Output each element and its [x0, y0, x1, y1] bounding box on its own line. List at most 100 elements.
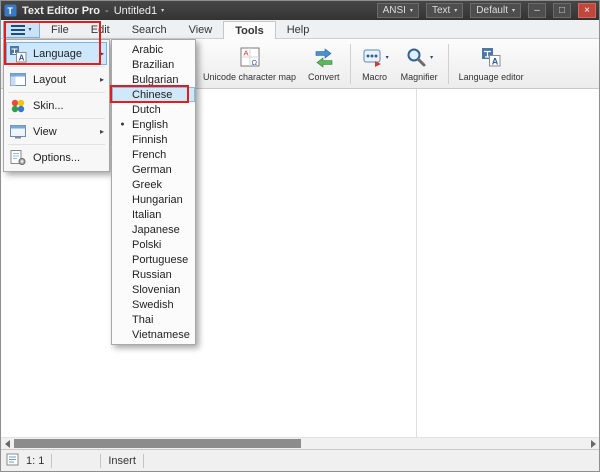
language-option-greek[interactable]: Greek: [112, 177, 195, 192]
language-option-label: Finnish: [132, 134, 167, 146]
language-option-portuguese[interactable]: Portuguese: [112, 252, 195, 267]
tool-label: Macro: [362, 72, 387, 82]
unicode-character-map-icon: AΩ: [239, 46, 261, 70]
menu-item-view[interactable]: View ▸: [6, 120, 107, 143]
right-margin-guide: [416, 89, 417, 437]
language-option-vietnamese[interactable]: Vietnamese: [112, 327, 195, 342]
macro-button[interactable]: ▾ Macro: [356, 41, 394, 87]
tool-label: Unicode character map: [203, 72, 296, 82]
statusbar-separator: [143, 454, 144, 468]
language-option-swedish[interactable]: Swedish: [112, 297, 195, 312]
app-window: T Text Editor Pro - Untitled1 ▾ ANSI ▾ T…: [0, 0, 600, 472]
tab-help[interactable]: Help: [276, 21, 321, 38]
titlebar: T Text Editor Pro - Untitled1 ▾ ANSI ▾ T…: [1, 1, 599, 20]
chevron-down-icon[interactable]: ▾: [430, 55, 433, 61]
menu-separator: [8, 144, 105, 145]
language-option-label: Slovenian: [132, 284, 180, 296]
language-option-label: Brazilian: [132, 59, 174, 71]
maximize-button[interactable]: □: [553, 3, 571, 18]
language-option-thai[interactable]: Thai: [112, 312, 195, 327]
unicode-character-map-button[interactable]: AΩ Unicode character map: [198, 41, 301, 87]
horizontal-scrollbar[interactable]: [1, 437, 599, 449]
theme-dropdown[interactable]: Default ▾: [470, 3, 521, 18]
menu-separator: [8, 92, 105, 93]
tab-tools[interactable]: Tools: [223, 21, 276, 39]
statusbar-separator: [100, 454, 101, 468]
statusbar-separator: [51, 454, 52, 468]
menu-item-label: View: [33, 126, 57, 138]
language-option-slovenian[interactable]: Slovenian: [112, 282, 195, 297]
close-button[interactable]: ×: [578, 3, 596, 18]
main-menu-button[interactable]: ▾: [3, 21, 40, 38]
toolbar-separator: [448, 44, 449, 84]
magnifier-button[interactable]: ▾ Magnifier: [396, 41, 443, 87]
language-option-english[interactable]: ●English: [112, 117, 195, 132]
minimize-button[interactable]: –: [528, 3, 546, 18]
app-icon: T: [4, 4, 17, 17]
language-option-brazilian[interactable]: Brazilian: [112, 57, 195, 72]
menu-item-label: Options...: [33, 152, 80, 164]
tab-search[interactable]: Search: [121, 21, 178, 38]
tool-label: Language editor: [459, 72, 524, 82]
convert-button[interactable]: Convert: [303, 41, 345, 87]
skin-palette-icon: [9, 97, 27, 115]
svg-text:T: T: [7, 6, 13, 16]
language-option-russian[interactable]: Russian: [112, 267, 195, 282]
ribbon-tab-bar: ▾ File Edit Search View Tools Help: [1, 20, 599, 39]
language-option-japanese[interactable]: Japanese: [112, 222, 195, 237]
caret-position: 1: 1: [26, 455, 44, 467]
language-option-label: Swedish: [132, 299, 174, 311]
theme-label: Default: [476, 5, 508, 16]
language-option-chinese[interactable]: Chinese: [112, 87, 195, 102]
layout-icon: [9, 71, 27, 89]
language-submenu: Arabic Brazilian Bulgarian Chinese Dutch…: [111, 39, 196, 345]
submenu-arrow-icon: ▸: [100, 127, 104, 136]
svg-text:Ω: Ω: [251, 58, 257, 67]
language-option-label: Bulgarian: [132, 74, 178, 86]
chevron-down-icon: ▾: [454, 8, 457, 14]
submenu-arrow-icon: ▸: [100, 49, 104, 58]
language-editor-button[interactable]: A Language editor: [454, 41, 529, 87]
toolbar-separator: [350, 44, 351, 84]
chevron-down-icon[interactable]: ▾: [386, 55, 389, 61]
language-option-italian[interactable]: Italian: [112, 207, 195, 222]
macro-icon: [361, 46, 383, 70]
language-option-polski[interactable]: Polski: [112, 237, 195, 252]
tab-view[interactable]: View: [178, 21, 224, 38]
view-icon: [9, 123, 27, 141]
language-option-arabic[interactable]: Arabic: [112, 42, 195, 57]
language-icon: A: [9, 45, 27, 63]
language-option-label: German: [132, 164, 172, 176]
language-option-label: Polski: [132, 239, 161, 251]
chevron-down-icon: ▾: [28, 27, 31, 33]
language-option-label: Japanese: [132, 224, 180, 236]
language-option-dutch[interactable]: Dutch: [112, 102, 195, 117]
language-option-bulgarian[interactable]: Bulgarian: [112, 72, 195, 87]
language-option-label: English: [132, 119, 168, 131]
language-option-label: Thai: [132, 314, 153, 326]
insert-mode-indicator[interactable]: Insert: [108, 455, 136, 467]
language-option-german[interactable]: German: [112, 162, 195, 177]
chevron-down-icon: ▾: [512, 8, 515, 14]
menu-item-options[interactable]: Options...: [6, 146, 107, 169]
menu-item-skin[interactable]: Skin...: [6, 94, 107, 117]
file-type-dropdown[interactable]: Text ▾: [426, 3, 463, 18]
app-title: Text Editor Pro: [22, 5, 100, 17]
scrollbar-thumb[interactable]: [14, 439, 301, 448]
svg-text:A: A: [243, 48, 248, 57]
scroll-right-icon[interactable]: [587, 438, 599, 449]
document-name-dropdown[interactable]: Untitled1 ▾: [114, 5, 164, 17]
encoding-dropdown[interactable]: ANSI ▾: [377, 3, 419, 18]
menu-item-language[interactable]: A Language ▸: [6, 42, 107, 65]
convert-icon: [313, 46, 335, 70]
language-option-french[interactable]: French: [112, 147, 195, 162]
scroll-left-icon[interactable]: [1, 438, 13, 449]
tab-file[interactable]: File: [40, 21, 80, 38]
menu-item-layout[interactable]: Layout ▸: [6, 68, 107, 91]
status-bar: 1: 1 Insert: [1, 449, 599, 471]
tab-edit[interactable]: Edit: [80, 21, 121, 38]
language-option-label: Italian: [132, 209, 161, 221]
language-option-hungarian[interactable]: Hungarian: [112, 192, 195, 207]
options-gear-icon: [9, 149, 27, 167]
language-option-finnish[interactable]: Finnish: [112, 132, 195, 147]
